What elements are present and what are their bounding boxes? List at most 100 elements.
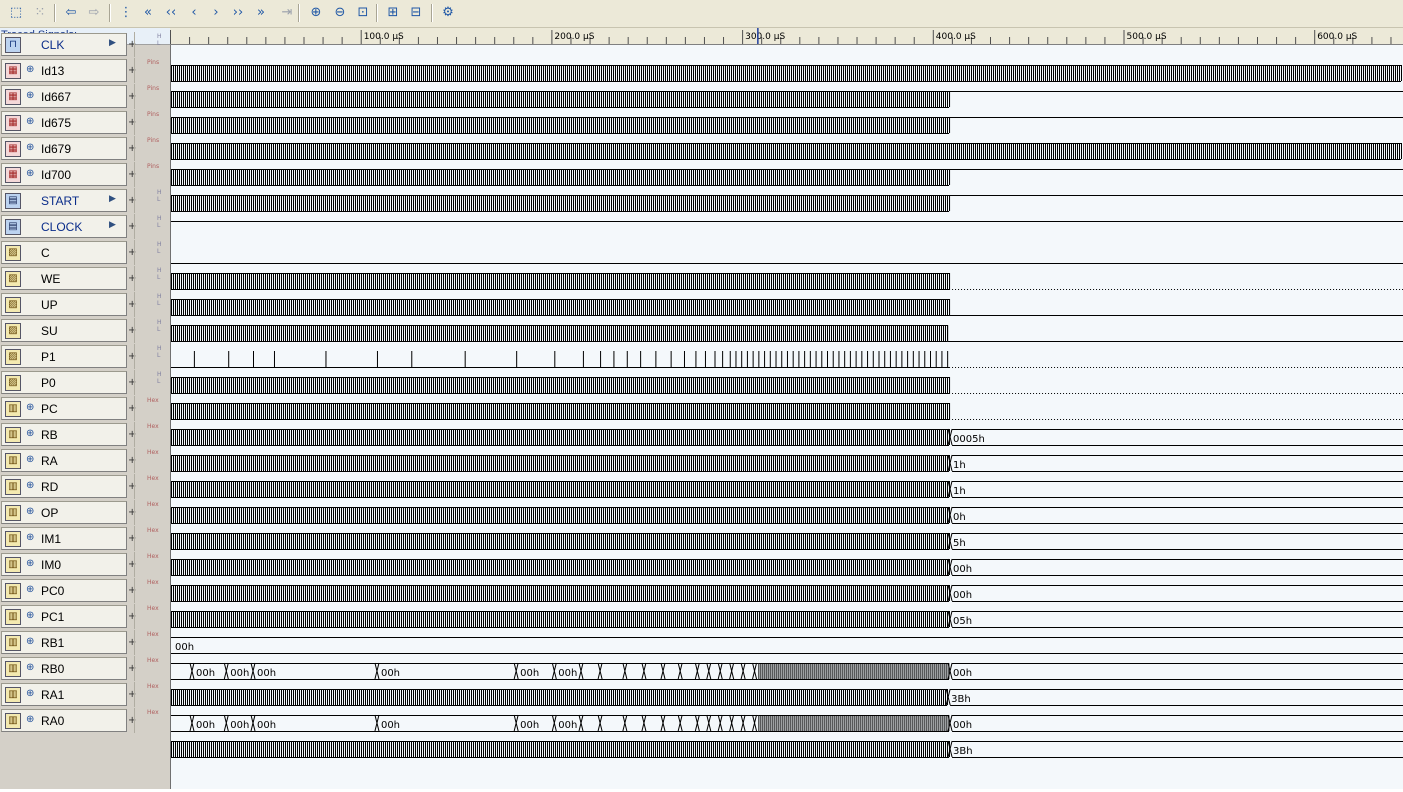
- signal-name-cell[interactable]: ▤ CLOCK ▶: [1, 215, 127, 238]
- signal-row-we[interactable]: ▨ WE + H L: [0, 266, 170, 292]
- go-start-icon[interactable]: «: [138, 3, 158, 23]
- signal-row-id675[interactable]: ▦ ⊕ Id675 + Pins: [0, 110, 170, 136]
- signal-row-pc0[interactable]: ▥ ⊕ PC0 + Hex: [0, 578, 170, 604]
- signal-name-cell[interactable]: ▥ ⊕ RA: [1, 449, 127, 472]
- signal-name-cell[interactable]: ▨ C: [1, 241, 127, 264]
- expand-icon[interactable]: ⊕: [26, 454, 34, 465]
- expand-icon[interactable]: ⊕: [26, 506, 34, 517]
- signal-row-rb0[interactable]: ▥ ⊕ RB0 + Hex: [0, 656, 170, 682]
- stimulus-icon[interactable]: ▶: [109, 194, 116, 204]
- signal-row-rb1[interactable]: ▥ ⊕ RB1 + Hex: [0, 630, 170, 656]
- signal-row-clock[interactable]: ▤ CLOCK ▶ + H L: [0, 214, 170, 240]
- signal-row-rb[interactable]: ▥ ⊕ RB + Hex: [0, 422, 170, 448]
- bus-transition: [729, 714, 735, 732]
- stimulus-icon[interactable]: ▶: [109, 220, 116, 230]
- expand-icon[interactable]: ⊕: [26, 402, 34, 413]
- signal-name-cell[interactable]: ▥ ⊕ RD: [1, 475, 127, 498]
- signal-row-ra0[interactable]: ▥ ⊕ RA0 + Hex: [0, 708, 170, 734]
- next-icon[interactable]: ›: [206, 3, 226, 23]
- zoom-in-icon[interactable]: ⊕: [306, 3, 326, 23]
- waveform-area[interactable]: 0005h 1h 1h 0h 5h 00h 00h 05h 00h 00h 00h 00h 00h 00h…: [170, 45, 1403, 789]
- signal-row-start[interactable]: ▤ START ▶ + H L: [0, 188, 170, 214]
- prev-icon[interactable]: ‹: [184, 3, 204, 23]
- signal-name-cell[interactable]: ▨ P0: [1, 371, 127, 394]
- signal-name-cell[interactable]: ▨ SU: [1, 319, 127, 342]
- signal-name-cell[interactable]: ▥ ⊕ PC0: [1, 579, 127, 602]
- signal-name-cell[interactable]: ▦ ⊕ Id667: [1, 85, 127, 108]
- select-cursor-icon[interactable]: ⬚: [6, 3, 26, 23]
- signal-row-ra[interactable]: ▥ ⊕ RA + Hex: [0, 448, 170, 474]
- stimulus-icon[interactable]: ▶: [109, 38, 116, 48]
- signal-name-cell[interactable]: ▦ ⊕ Id13: [1, 59, 127, 82]
- signal-name-cell[interactable]: ▦ ⊕ Id700: [1, 163, 127, 186]
- settings-icon[interactable]: ⚙: [438, 3, 458, 23]
- prev-transition-icon[interactable]: ‹‹: [161, 3, 181, 23]
- zoom-out-icon[interactable]: ⊖: [330, 3, 350, 23]
- signal-name-cell[interactable]: ▥ ⊕ PC1: [1, 605, 127, 628]
- expand-icon[interactable]: ⊕: [26, 64, 34, 75]
- signal-name-cell[interactable]: ▥ ⊕ RA1: [1, 683, 127, 706]
- back-arrow-icon[interactable]: ⇦: [61, 3, 81, 23]
- signal-row-id700[interactable]: ▦ ⊕ Id700 + Pins: [0, 162, 170, 188]
- signal-row-id667[interactable]: ▦ ⊕ Id667 + Pins: [0, 84, 170, 110]
- signal-row-p0[interactable]: ▨ P0 + H L: [0, 370, 170, 396]
- expand-icon[interactable]: ⊕: [26, 714, 34, 725]
- signal-name-cell[interactable]: ▦ ⊕ Id679: [1, 137, 127, 160]
- signal-name-cell[interactable]: ▥ ⊕ IM1: [1, 527, 127, 550]
- ruler-scale[interactable]: 100.0 µS 200.0 µS 300.0 µS 400.0 µS 500.0 µS…: [170, 28, 1403, 44]
- signal-name-cell[interactable]: ▨ WE: [1, 267, 127, 290]
- signal-row-im0[interactable]: ▥ ⊕ IM0 + Hex: [0, 552, 170, 578]
- go-end-marker-icon[interactable]: ⇥: [277, 3, 297, 23]
- signal-row-ra1[interactable]: ▥ ⊕ RA1 + Hex: [0, 682, 170, 708]
- next-transition-icon[interactable]: ››: [228, 3, 248, 23]
- signal-row-su[interactable]: ▨ SU + H L: [0, 318, 170, 344]
- signal-row-rd[interactable]: ▥ ⊕ RD + Hex: [0, 474, 170, 500]
- remove-signal-icon[interactable]: ⊟: [406, 3, 426, 23]
- signal-name-cell[interactable]: ▤ START ▶: [1, 189, 127, 212]
- signal-name-cell[interactable]: ▨ UP: [1, 293, 127, 316]
- signal-name-cell[interactable]: ▦ ⊕ Id675: [1, 111, 127, 134]
- bus-transition: [513, 662, 519, 680]
- expand-icon[interactable]: ⊕: [26, 558, 34, 569]
- expand-icon[interactable]: ⊕: [26, 168, 34, 179]
- signal-name-cell[interactable]: ▥ ⊕ PC: [1, 397, 127, 420]
- expand-icon[interactable]: ⊕: [26, 636, 34, 647]
- signal-row-im1[interactable]: ▥ ⊕ IM1 + Hex: [0, 526, 170, 552]
- expand-icon[interactable]: ⊕: [26, 662, 34, 673]
- waveform-canvas[interactable]: 0005h 1h 1h 0h 5h 00h 00h 05h 00h 00h 00h 00h 00h 00h…: [171, 45, 1403, 789]
- expand-icon[interactable]: ⊕: [26, 428, 34, 439]
- signal-name-cell[interactable]: ▥ ⊕ OP: [1, 501, 127, 524]
- marker-list-icon[interactable]: ⋮: [116, 3, 136, 23]
- signal-name-cell[interactable]: ▥ ⊕ IM0: [1, 553, 127, 576]
- signal-row-up[interactable]: ▨ UP + H L: [0, 292, 170, 318]
- expand-icon[interactable]: ⊕: [26, 610, 34, 621]
- signal-name-cell[interactable]: ⊓ CLK ▶: [1, 33, 127, 56]
- zoom-fit-icon[interactable]: ⊡: [353, 3, 373, 23]
- expand-icon[interactable]: ⊕: [26, 116, 34, 127]
- radix-column: Pins: [134, 110, 169, 135]
- forward-arrow-icon[interactable]: ⇨: [84, 3, 104, 23]
- signal-row-id679[interactable]: ▦ ⊕ Id679 + Pins: [0, 136, 170, 162]
- signal-name-cell[interactable]: ▥ ⊕ RB1: [1, 631, 127, 654]
- expand-icon[interactable]: ⊕: [26, 480, 34, 491]
- signal-name-cell[interactable]: ▨ P1: [1, 345, 127, 368]
- signal-row-p1[interactable]: ▨ P1 + H L: [0, 344, 170, 370]
- multi-select-icon[interactable]: ⁙: [30, 3, 50, 23]
- signal-row-op[interactable]: ▥ ⊕ OP + Hex: [0, 500, 170, 526]
- signal-name-cell[interactable]: ▥ ⊕ RA0: [1, 709, 127, 732]
- expand-icon[interactable]: ⊕: [26, 584, 34, 595]
- expand-icon[interactable]: ⊕: [26, 142, 34, 153]
- time-ruler[interactable]: 100.0 µS 200.0 µS 300.0 µS 400.0 µS 500.0 µS…: [170, 28, 1403, 45]
- signal-row-pc1[interactable]: ▥ ⊕ PC1 + Hex: [0, 604, 170, 630]
- expand-icon[interactable]: ⊕: [26, 688, 34, 699]
- add-signal-icon[interactable]: ⊞: [383, 3, 403, 23]
- signal-row-c[interactable]: ▨ C + H L: [0, 240, 170, 266]
- signal-row-pc[interactable]: ▥ ⊕ PC + Hex: [0, 396, 170, 422]
- expand-icon[interactable]: ⊕: [26, 532, 34, 543]
- signal-name-cell[interactable]: ▥ ⊕ RB0: [1, 657, 127, 680]
- signal-row-id13[interactable]: ▦ ⊕ Id13 + Pins: [0, 58, 170, 84]
- signal-name-cell[interactable]: ▥ ⊕ RB: [1, 423, 127, 446]
- signal-row-clk[interactable]: ⊓ CLK ▶ + H L: [0, 32, 170, 58]
- expand-icon[interactable]: ⊕: [26, 90, 34, 101]
- go-end-icon[interactable]: »: [251, 3, 271, 23]
